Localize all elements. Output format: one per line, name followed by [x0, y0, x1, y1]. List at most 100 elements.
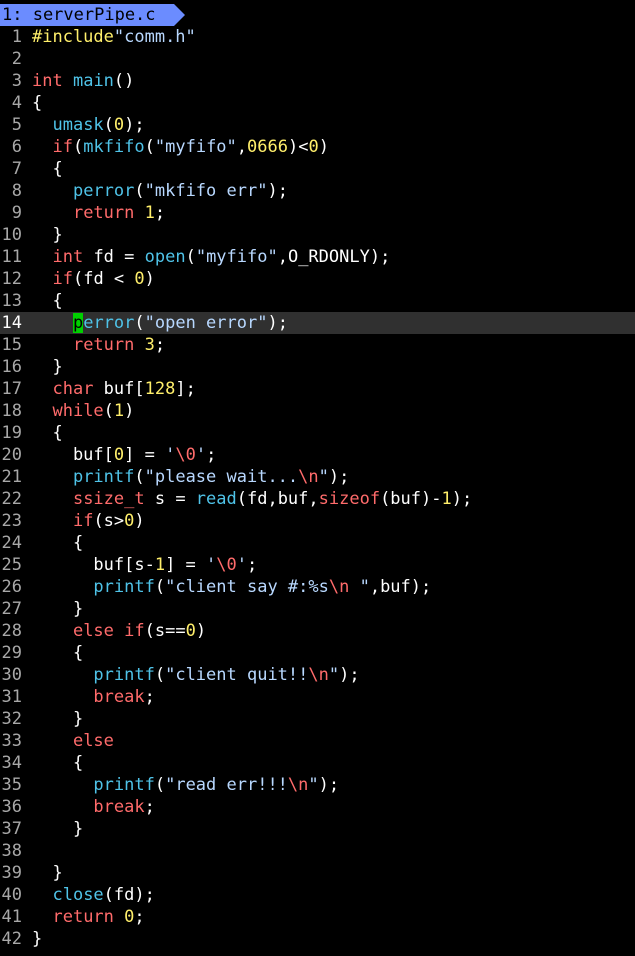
code-line[interactable]: 12 if(fd < 0) [0, 268, 635, 290]
code-line[interactable]: 15 return 3; [0, 334, 635, 356]
code-text: int fd = open("myfifo",O_RDONLY); [32, 247, 390, 267]
text-cursor: p [72, 313, 84, 333]
code-token: fd = [83, 247, 145, 267]
code-line[interactable]: 38 [0, 840, 635, 862]
code-token: } [32, 819, 84, 839]
code-token: ,O_RDONLY); [277, 247, 391, 267]
code-token: \n [328, 577, 350, 597]
code-token: 0 [113, 445, 125, 465]
code-text: #include"comm.h" [32, 27, 196, 47]
code-line[interactable]: 13 { [0, 290, 635, 312]
code-token: ); [328, 467, 350, 487]
code-text: perror("open error"); [32, 313, 288, 333]
line-number: 23 [1, 511, 22, 531]
code-token: (s== [144, 621, 186, 641]
code-line[interactable]: 7 { [0, 158, 635, 180]
code-line[interactable]: 29 { [0, 642, 635, 664]
line-number: 5 [11, 115, 22, 135]
code-line[interactable]: 10 } [0, 224, 635, 246]
code-line[interactable]: 16 } [0, 356, 635, 378]
code-line[interactable]: 22 ssize_t s = read(fd,buf,sizeof(buf)-1… [0, 488, 635, 510]
code-text: else if(s==0) [32, 621, 206, 641]
code-token: buf[ [32, 445, 114, 465]
code-line[interactable]: 40 close(fd); [0, 884, 635, 906]
code-token: 1 [154, 555, 166, 575]
code-token: ) [318, 137, 329, 157]
code-text: } [32, 225, 62, 245]
code-token: )< [287, 137, 309, 157]
code-token: ]; [175, 379, 196, 399]
code-text: return 3; [32, 335, 165, 355]
code-token: ) [134, 511, 145, 531]
code-line[interactable]: 17 char buf[128]; [0, 378, 635, 400]
code-line[interactable]: 28 else if(s==0) [0, 620, 635, 642]
code-text: { [32, 533, 83, 553]
code-line[interactable]: 37 } [0, 818, 635, 840]
code-line[interactable]: 39 } [0, 862, 635, 884]
code-line[interactable]: 9 return 1; [0, 202, 635, 224]
code-line[interactable]: 23 if(s>0) [0, 510, 635, 532]
line-number: 35 [1, 775, 22, 795]
code-line[interactable]: 35 printf("read err!!!\n"); [0, 774, 635, 796]
code-line[interactable]: 24 { [0, 532, 635, 554]
code-line[interactable]: 36 break; [0, 796, 635, 818]
code-line[interactable]: 14 perror("open error"); [0, 312, 635, 334]
code-token: "client say #:%s [165, 577, 329, 597]
code-token: { [32, 159, 63, 179]
code-line[interactable]: 33 else [0, 730, 635, 752]
code-token: ) [124, 401, 135, 421]
code-line[interactable]: 31 break; [0, 686, 635, 708]
code-line[interactable]: 20 buf[0] = '\0'; [0, 444, 635, 466]
code-line[interactable]: 21 printf("please wait...\n"); [0, 466, 635, 488]
code-line[interactable]: 30 printf("client quit!!\n"); [0, 664, 635, 686]
code-line[interactable]: 5 umask(0); [0, 114, 635, 136]
line-number: 19 [1, 423, 22, 443]
code-line[interactable]: 42} [0, 928, 635, 950]
code-token: buf[s- [32, 555, 155, 575]
code-text: buf[s-1] = '\0'; [32, 555, 257, 575]
code-line[interactable]: 27 } [0, 598, 635, 620]
line-number: 42 [1, 929, 22, 949]
code-line[interactable]: 41 return 0; [0, 906, 635, 928]
code-line[interactable]: 4{ [0, 92, 635, 114]
code-token: ssize_t [72, 489, 145, 509]
code-line[interactable]: 26 printf("client say #:%s\n ",buf); [0, 576, 635, 598]
code-line[interactable]: 8 perror("mkfifo err"); [0, 180, 635, 202]
tab-serverpipe[interactable]: 1: serverPipe.c [0, 4, 185, 26]
code-line[interactable]: 11 int fd = open("myfifo",O_RDONLY); [0, 246, 635, 268]
code-line[interactable]: 25 buf[s-1] = '\0'; [0, 554, 635, 576]
code-line[interactable]: 18 while(1) [0, 400, 635, 422]
code-token: "myfifo" [195, 247, 278, 267]
code-token: \0 [216, 555, 237, 575]
code-token: main [72, 71, 114, 91]
code-line[interactable]: 19 { [0, 422, 635, 444]
code-line[interactable]: 34 { [0, 752, 635, 774]
code-token: ); [124, 115, 145, 135]
code-text: { [32, 291, 62, 311]
code-token: ] = [124, 445, 166, 465]
code-token: if [72, 511, 94, 531]
code-line[interactable]: 6 if(mkfifo("myfifo",0666)<0) [0, 136, 635, 158]
code-line[interactable]: 32 } [0, 708, 635, 730]
line-number: 2 [11, 49, 22, 69]
code-token: buf[ [93, 379, 145, 399]
code-text: } [32, 709, 83, 729]
code-line[interactable]: 2 [0, 48, 635, 70]
line-number: 41 [1, 907, 22, 927]
code-token: ( [134, 313, 145, 333]
code-text: char buf[128]; [32, 379, 196, 399]
code-text: else [32, 731, 114, 751]
code-editor[interactable]: 1 #include"comm.h" 2 3 int main() 4{5 umask(0… [0, 26, 635, 950]
code-token: ); [339, 665, 360, 685]
code-text: } [32, 357, 62, 377]
code-token: char [52, 379, 94, 399]
code-line[interactable]: 3 int main() [0, 70, 635, 92]
line-number: 7 [11, 159, 22, 179]
line-number: 18 [1, 401, 22, 421]
code-line[interactable]: 1 #include"comm.h" [0, 26, 635, 48]
